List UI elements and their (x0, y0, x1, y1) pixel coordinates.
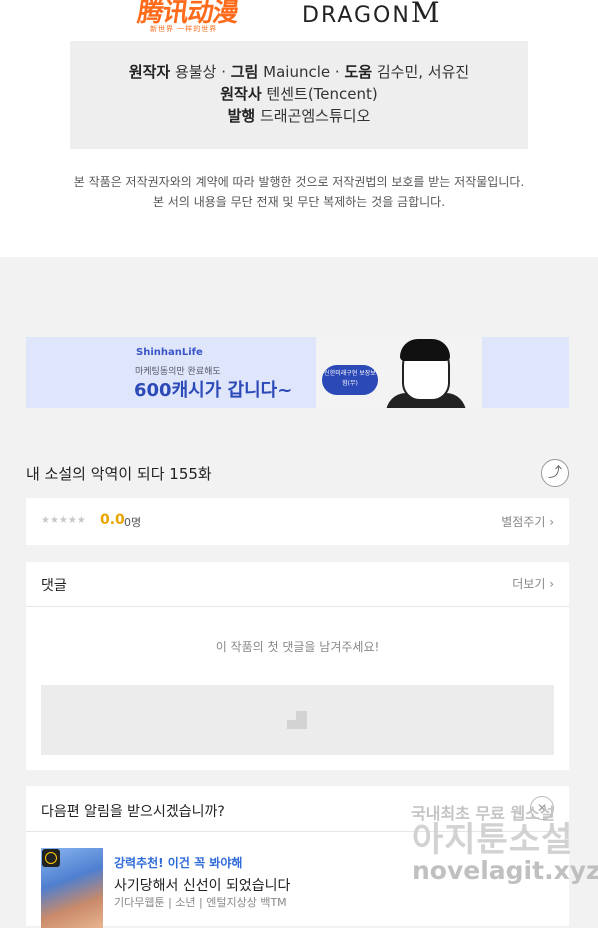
ad-brand: ShinhanLife (136, 347, 203, 358)
comment-placeholder-icon (287, 711, 307, 729)
watermark-line-2: 아지툰소설 (412, 820, 574, 860)
credit-label-original: 원작사 (220, 85, 262, 103)
comments-more-link[interactable]: 더보기 › (512, 575, 554, 592)
ad-figure-hair (400, 339, 450, 361)
recommend-meta: 기다무웹툰 | 소년 | 엔털지상상 백TM (114, 896, 287, 909)
recommend-title[interactable]: 사기당해서 신선이 되었습니다 (114, 875, 290, 895)
credit-separator: · (334, 63, 340, 81)
credits-section: 腾讯动漫 新世界 一样的世界 DRAGONM 원작자 용불상 · 그림 Maiu… (0, 0, 598, 257)
dragon-m-logo-text: DRAGON (302, 3, 411, 28)
notify-header: 다음편 알림을 받으시겠습니까? (41, 804, 225, 820)
comment-input[interactable] (41, 685, 554, 755)
star-rating-icon[interactable]: ★★★★★ (41, 515, 86, 526)
rating-count: 0명 (124, 516, 142, 529)
dragon-m-logo-mark: M (410, 0, 442, 29)
credit-line-authors: 원작자 용불상 · 그림 Maiuncle · 도움 김수민, 서유진 (70, 61, 528, 83)
credit-label-publisher: 발행 (227, 107, 256, 125)
credit-label-art: 그림 (230, 63, 259, 81)
rating-score: 0.0 (100, 512, 125, 528)
rate-button[interactable]: 별점주기 › (501, 513, 554, 530)
comments-header: 댓글 (41, 578, 67, 594)
episode-title: 내 소설의 악역이 되다 155화 (26, 465, 212, 483)
ad-badge: 신한미래구현 보장보험(무) (322, 365, 378, 395)
recommend-thumbnail[interactable] (41, 848, 103, 928)
tencent-comics-logo-sub: 新世界 一样的世界 (150, 25, 218, 33)
ad-illustration: 신한미래구현 보장보험(무) (316, 337, 482, 408)
credit-value-assist: 김수민, 서유진 (376, 63, 470, 81)
rating-card: ★★★★★ 0.0 0명 별점주기 › (26, 498, 569, 545)
comments-card: 댓글 더보기 › 이 작품의 첫 댓글을 남겨주세요! (26, 562, 569, 770)
credit-separator: · (221, 63, 226, 81)
credit-box: 원작자 용불상 · 그림 Maiuncle · 도움 김수민, 서유진 원작사 … (70, 41, 528, 149)
credit-label-assist: 도움 (344, 63, 373, 81)
credit-value-author: 용불상 (175, 63, 217, 81)
copyright-line-1: 본 작품은 저작권자와의 계약에 따라 발행한 것으로 저작권법의 보호를 받는… (73, 175, 525, 189)
credit-value-art: Maiuncle (263, 63, 331, 81)
ad-headline: 600캐시가 갑니다~ (134, 380, 293, 401)
copyright-line-2: 본 서의 내용을 무단 전재 및 무단 복제하는 것을 금합니다. (152, 195, 446, 209)
episode-title-row: 내 소설의 악역이 되다 155화 ⤴ (26, 459, 569, 489)
share-icon[interactable]: ⤴ (541, 459, 569, 487)
watermark-line-3: novelagit.xyz (412, 856, 598, 885)
copyright-notice: 본 작품은 저작권자와의 계약에 따라 발행한 것으로 저작권법의 보호를 받는… (0, 172, 598, 212)
credit-line-original: 원작사 텐센트(Tencent) (70, 83, 528, 105)
credit-line-publisher: 발행 드래곤엠스튜디오 (70, 105, 528, 127)
recommend-tag[interactable]: 강력추천! 이건 꼭 봐야해 (114, 854, 242, 871)
credit-value-original: 텐센트(Tencent) (266, 85, 378, 103)
credit-value-publisher: 드래곤엠스튜디오 (259, 107, 371, 125)
clock-icon (42, 849, 60, 867)
ad-banner[interactable]: ShinhanLife 마케팅동의만 완료해도 600캐시가 갑니다~ 신한미래… (26, 337, 569, 408)
divider (26, 606, 569, 607)
comments-empty-message: 이 작품의 첫 댓글을 남겨주세요! (215, 640, 380, 654)
credit-label-author: 원작자 (128, 63, 171, 81)
dragon-m-logo: DRAGONM (302, 0, 442, 29)
